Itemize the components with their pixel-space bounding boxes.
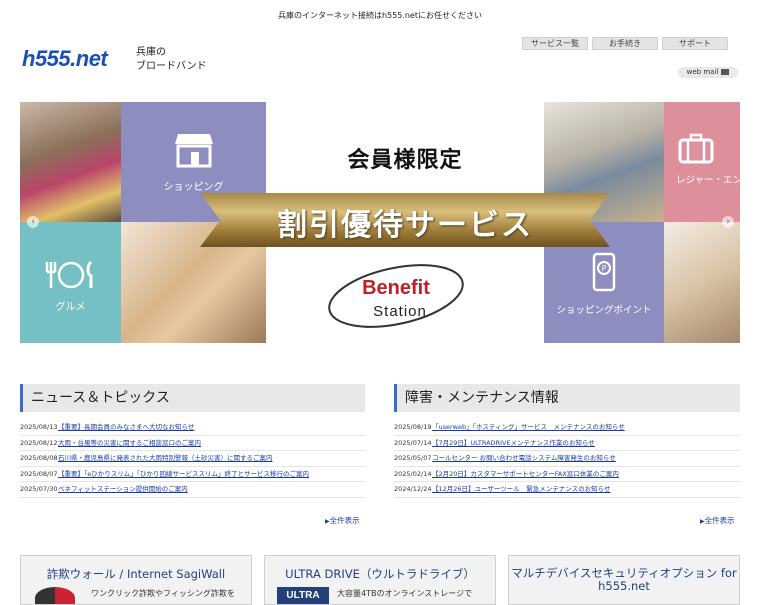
promo-ultradrive-desc: 大容量4TBのオンラインストレージで [337, 589, 473, 598]
news-link[interactable]: 【重要】「eひかりスリム」「ひかり回線サービススリム」終了とサービス移行のご案内 [58, 470, 309, 478]
shopping-bags-photo [20, 102, 121, 222]
sagiwall-logo-icon [35, 587, 75, 604]
maintenance-link[interactable]: 「userweb」「ホスティング」サービス メンテナンスのお知らせ [432, 423, 625, 431]
site-logo[interactable]: h555.net [22, 46, 108, 72]
svg-text:Benefit: Benefit [362, 277, 430, 299]
tile-points-label: ショッピングポイント [556, 305, 652, 316]
hero-banner[interactable]: ショッピング グルメ 会員様限定 Benefit Station レジャー・エン… [20, 102, 740, 343]
tile-gourmet-label: グルメ [55, 302, 86, 313]
maintenance-link[interactable]: 【7月29日】ULTRADRIVEメンテナンス作業のお知らせ [432, 439, 595, 447]
nav-service-list[interactable]: サービス一覧 [522, 37, 588, 50]
smartphone-points-icon: P [592, 252, 616, 292]
logo-subtitle-line-2: ブロードバンド [136, 61, 207, 72]
news-link[interactable]: ベネフィットステーション提供開始のご案内 [58, 485, 188, 493]
tile-gourmet[interactable]: グルメ [20, 222, 121, 343]
members-only-title: 会員様限定 [347, 148, 463, 173]
maintenance-date: 2025/05/07 [394, 454, 432, 462]
list-item: 2025/08/19「userweb」「ホスティング」サービス メンテナンスのお… [394, 420, 740, 436]
news-link[interactable]: 大雨・台風等の災害に関するご相談窓口のご案内 [58, 439, 201, 447]
svg-text:P: P [602, 264, 607, 273]
maintenance-show-all-link[interactable]: ▶全件表示 [700, 515, 735, 526]
maintenance-list: 2025/08/19「userweb」「ホスティング」サービス メンテナンスのお… [394, 420, 740, 498]
carousel-prev-button[interactable]: ‹ [27, 216, 39, 228]
tagline: 兵庫のインターネット接続はh555.netにお任せください [277, 11, 482, 20]
list-item: 2025/08/08石川県・鹿児島県に発表された大雨特別警報（土砂災害）に関する… [20, 451, 365, 467]
webmail-label: web mail [686, 68, 719, 76]
ultradrive-logo-badge: ULTRA [277, 587, 329, 604]
maintenance-link[interactable]: 【12月26日】ユーザーツール 緊急メンテナンスのお知らせ [432, 485, 611, 493]
maintenance-date: 2024/12/24 [394, 485, 432, 493]
promo-multidevice-security[interactable]: マルチデバイスセキュリティオプション for h555.net [508, 555, 740, 605]
news-heading: ニュース＆トピックス [20, 384, 365, 412]
list-item: 2025/08/12大雨・台風等の災害に関するご相談窓口のご案内 [20, 436, 365, 451]
promo-sagiwall-desc: ワンクリック詐欺やフィッシング詐欺を [91, 589, 235, 598]
maintenance-date: 2025/07/14 [394, 438, 432, 447]
news-date: 2025/08/12 [20, 438, 58, 447]
webmail-button[interactable]: web mail [678, 67, 738, 78]
nav-procedures[interactable]: お手続き [592, 37, 658, 50]
promo-ultradrive[interactable]: ULTRA DRIVE（ウルトラドライブ） ULTRA 大容量4TBのオンライン… [264, 555, 496, 605]
list-item: 2025/07/30ベネフィットステーション提供開始のご案内 [20, 482, 365, 498]
news-date: 2025/08/13 [20, 423, 58, 431]
store-icon [174, 134, 213, 168]
maintenance-heading: 障害・メンテナンス情報 [394, 384, 740, 412]
tile-leisure-label: レジャー・エンタメ [676, 175, 740, 186]
list-item: 2025/05/07コールセンター お問い合わせ電話システム障害発生のお知らせ [394, 451, 740, 467]
news-date: 2025/08/07 [20, 469, 58, 478]
maintenance-date: 2025/08/19 [394, 423, 432, 431]
maintenance-link[interactable]: コールセンター お問い合わせ電話システム障害発生のお知らせ [432, 454, 616, 462]
promo-multidevice-title: マルチデバイスセキュリティオプション for h555.net [509, 567, 739, 593]
promo-sagiwall[interactable]: 詐欺ウォール / Internet SagiWall ワンクリック詐欺やフィッシ… [20, 555, 252, 605]
envelope-icon [721, 69, 730, 75]
tile-shopping-label: ショッピング [163, 182, 224, 193]
benefit-station-logo: Benefit Station [328, 264, 464, 328]
maintenance-date: 2025/02/14 [394, 469, 432, 478]
carousel-next-button[interactable]: › [722, 216, 734, 228]
news-list: 2025/08/13【重要】長期会員のみなさまへ大切なお知らせ 2025/08/… [20, 420, 365, 498]
discount-ribbon-text: 割引優待サービス [277, 208, 533, 243]
news-date: 2025/07/30 [20, 485, 58, 493]
suitcase-icon [678, 133, 714, 164]
tile-leisure[interactable]: レジャー・エンタメ [664, 102, 740, 222]
maintenance-show-all-label: 全件表示 [704, 516, 735, 525]
news-date: 2025/08/08 [20, 454, 58, 462]
phone-hand-photo [664, 222, 740, 343]
logo-subtitle: 兵庫の ブロードバンド [136, 46, 207, 74]
list-item: 2025/07/14【7月29日】ULTRADRIVEメンテナンス作業のお知らせ [394, 436, 740, 451]
cutlery-icon [45, 260, 92, 289]
news-show-all-label: 全件表示 [329, 516, 360, 525]
nav-support[interactable]: サポート [662, 37, 728, 50]
list-item: 2025/08/07【重要】「eひかりスリム」「ひかり回線サービススリム」終了と… [20, 467, 365, 482]
list-item: 2024/12/24【12月26日】ユーザーツール 緊急メンテナンスのお知らせ [394, 482, 740, 498]
news-link[interactable]: 石川県・鹿児島県に発表された大雨特別警報（土砂災害）に関するご案内 [58, 454, 273, 462]
top-nav: サービス一覧 お手続き サポート [522, 37, 728, 50]
logo-subtitle-line-1: 兵庫の [136, 47, 166, 58]
promo-ultradrive-title: ULTRA DRIVE（ウルトラドライブ） [285, 567, 475, 581]
promo-sagiwall-title: 詐欺ウォール / Internet SagiWall [46, 567, 226, 581]
promo-multidevice-title-line-2: h555.net [598, 579, 650, 593]
list-item: 2025/02/14【2月20日】カスタマーサポートセンターFAX窓口休業のご案… [394, 467, 740, 482]
maintenance-link[interactable]: 【2月20日】カスタマーサポートセンターFAX窓口休業のご案内 [432, 470, 619, 478]
news-link[interactable]: 【重要】長期会員のみなさまへ大切なお知らせ [58, 423, 194, 431]
news-show-all-link[interactable]: ▶全件表示 [325, 515, 360, 526]
list-item: 2025/08/13【重要】長期会員のみなさまへ大切なお知らせ [20, 420, 365, 436]
svg-text:Station: Station [373, 303, 427, 320]
